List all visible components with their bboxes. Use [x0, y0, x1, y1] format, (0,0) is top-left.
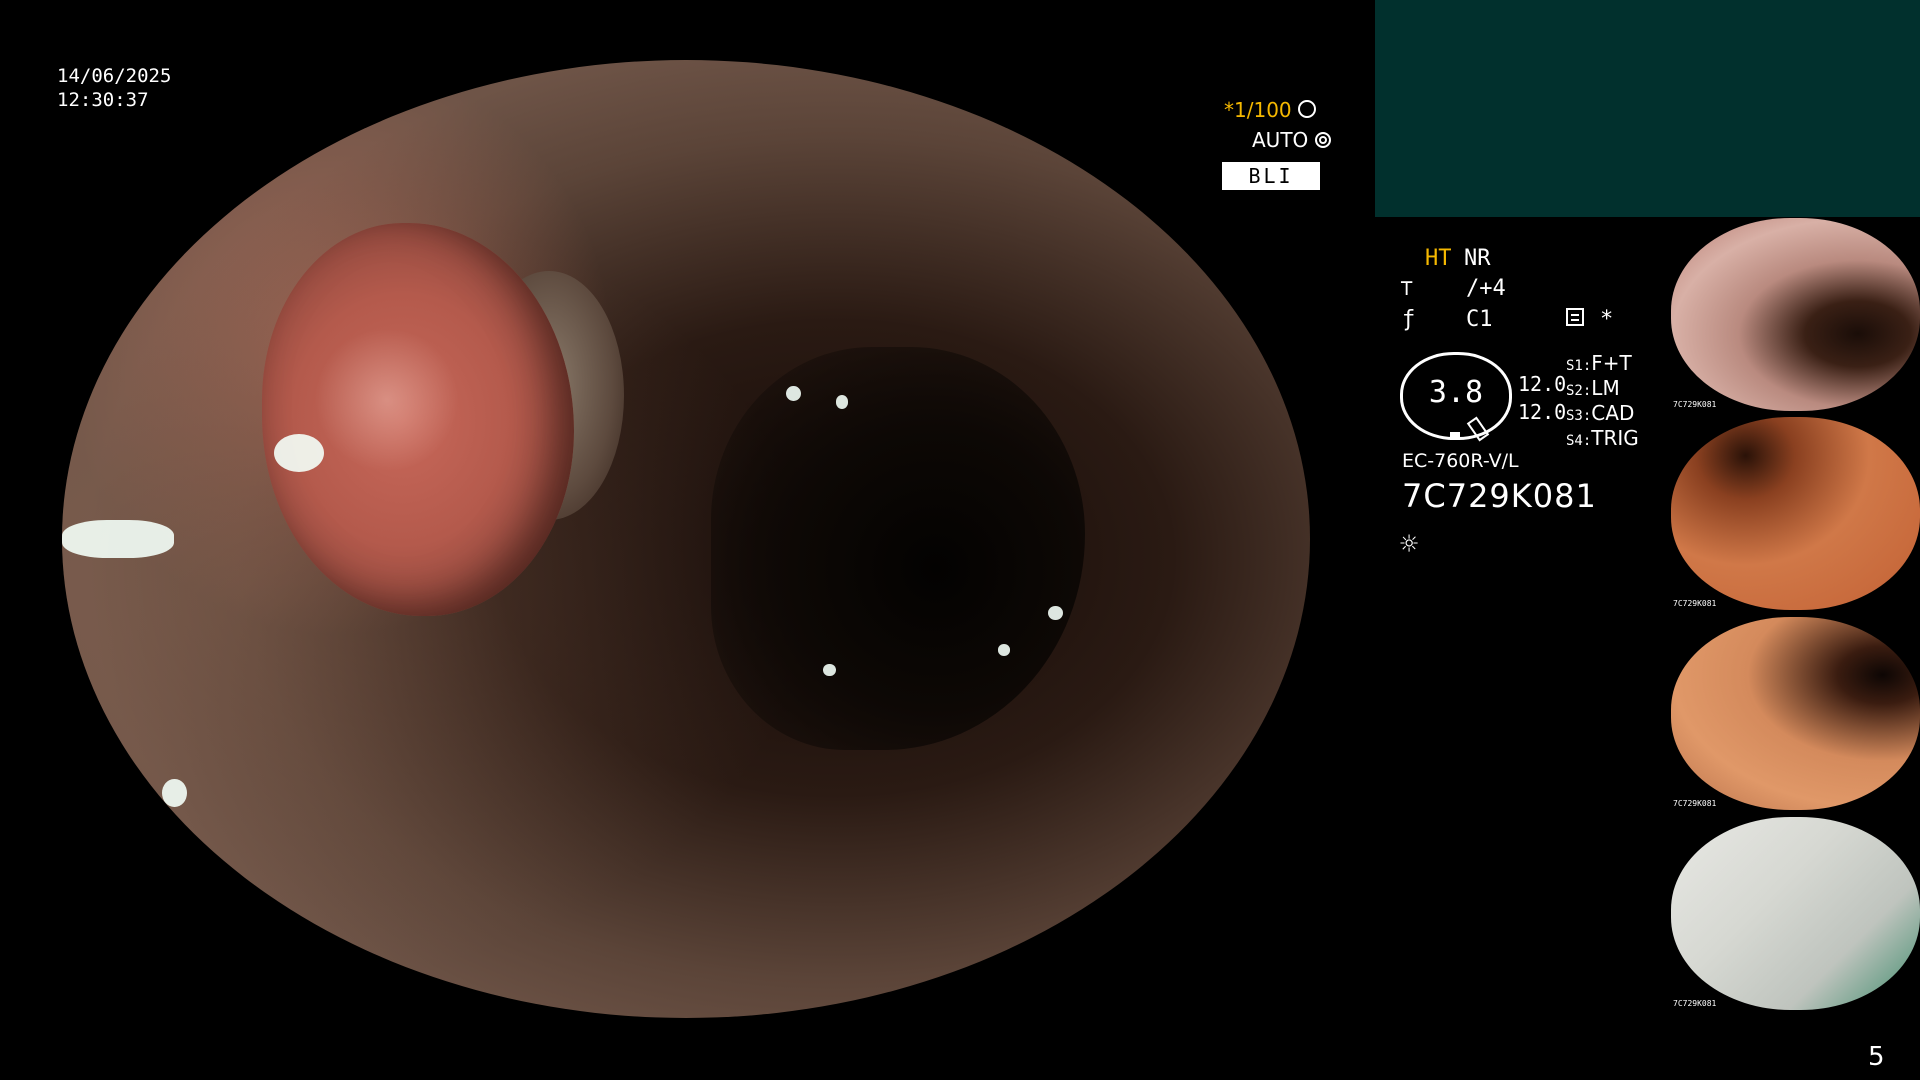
thumbnail-image: [1671, 617, 1920, 810]
enhance-value: /+4: [1466, 276, 1506, 301]
light-reflection: [62, 519, 175, 559]
memory-card-icon: [1566, 308, 1584, 326]
date-label: 14/06/2025: [57, 65, 172, 87]
endoscope-view: [62, 60, 1310, 1018]
switch-value: F+T: [1591, 351, 1632, 375]
switch-label: S2:: [1566, 383, 1592, 399]
switch-row: S3:CAD: [1566, 401, 1634, 425]
thumbnail-caption: 7C729K081: [1673, 400, 1717, 409]
light-reflection: [785, 385, 801, 402]
ht-label: HT: [1425, 246, 1452, 271]
thumbnail-caption: 7C729K081: [1673, 999, 1717, 1008]
color-icon: ƒ: [1402, 307, 1416, 332]
nr-label: NR: [1464, 246, 1491, 271]
thumbnail-image: [1671, 417, 1920, 610]
light-reflection: [835, 395, 849, 409]
switch-label: S1:: [1566, 358, 1592, 374]
capture-thumbnail[interactable]: 7C729K081: [1671, 817, 1920, 1010]
aperture-icon: [1298, 100, 1316, 118]
info-panel-top: [1375, 0, 1920, 217]
thumbnail-caption: 7C729K081: [1673, 799, 1717, 808]
switch-value: CAD: [1591, 401, 1635, 425]
shutter-label: *1/100: [1224, 98, 1292, 122]
capture-thumbnail[interactable]: 7C729K081: [1671, 218, 1920, 411]
switch-label: S4:: [1566, 433, 1592, 449]
switch-label: S3:: [1566, 408, 1592, 424]
switch-value: LM: [1591, 376, 1620, 400]
switch-row: S1:F+T: [1566, 351, 1632, 375]
switch-value: TRIG: [1591, 426, 1639, 450]
value-2: 12.0: [1518, 400, 1567, 424]
switch-row: S4:TRIG: [1566, 426, 1639, 450]
enhance-icon: ⊤: [1400, 276, 1414, 301]
capture-thumbnail[interactable]: 7C729K081: [1671, 617, 1920, 810]
auto-label: AUTO: [1252, 128, 1309, 152]
iris-icon: [1314, 132, 1331, 148]
switch-row: S2:LM: [1566, 376, 1620, 400]
page-number: 5: [1868, 1042, 1885, 1072]
scope-serial: 7C729K081: [1402, 477, 1597, 515]
thumbnail-image: [1671, 218, 1920, 411]
value-1: 12.0: [1518, 372, 1567, 396]
auto-iris: AUTO: [1252, 128, 1331, 152]
thumbnail-image: [1671, 817, 1920, 1010]
memory-mark: *: [1600, 307, 1614, 332]
light-reflection: [161, 778, 187, 808]
shutter-speed: *1/100: [1224, 98, 1316, 122]
gauge-tick: [1450, 432, 1460, 440]
datetime: 14/06/2025 12:30:37: [57, 64, 171, 112]
scope-model: EC-760R-V/L: [1402, 450, 1519, 472]
thumbnail-caption: 7C729K081: [1673, 599, 1717, 608]
light-source-icon: ☼: [1400, 527, 1419, 562]
light-reflection: [823, 663, 836, 676]
capture-thumbnail[interactable]: 7C729K081: [1671, 417, 1920, 610]
mode-badge: BLI: [1222, 162, 1320, 190]
time-label: 12:30:37: [57, 89, 149, 111]
light-reflection: [274, 433, 325, 472]
color-value: C1: [1466, 307, 1493, 332]
mucosa-shading: [62, 60, 1310, 1018]
gauge-value: 3.8: [1428, 375, 1484, 410]
